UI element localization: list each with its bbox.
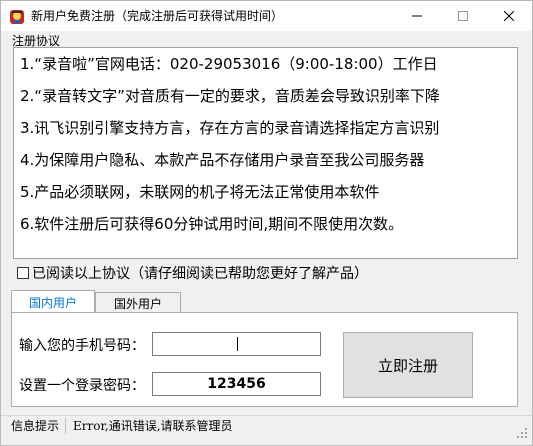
agree-checkbox[interactable] (17, 267, 29, 279)
minimize-icon (412, 15, 422, 17)
status-message: Error,通讯错误,请联系管理员 (73, 419, 233, 433)
agreement-line: 4.为保障用户隐私、本款产品不存储用户录音至我公司服务器 (20, 151, 425, 169)
window-title: 新用户免费注册（完成注册后可获得试用时间） (31, 9, 284, 23)
agreement-line: 6.软件注册后可获得60分钟试用时间,期间不限使用次数。 (20, 215, 404, 233)
password-input[interactable]: 123456 (152, 372, 321, 396)
status-divider (65, 418, 66, 434)
minimize-button[interactable] (394, 1, 440, 31)
text-caret (237, 337, 238, 351)
agree-checkbox-row[interactable]: 已阅读以上协议（请仔细阅读已帮助您更好了解产品） (17, 264, 368, 282)
register-button[interactable]: 立即注册 (343, 332, 473, 398)
close-icon (504, 11, 514, 21)
status-label: 信息提示 (11, 419, 60, 433)
agreement-line: 1.“录音啦”官网电话：020-29053016（9:00-18:00）工作日 (20, 55, 438, 73)
agreement-line: 5.产品必须联网，未联网的机子将无法正常使用本软件 (20, 183, 380, 201)
tab-domestic-users[interactable]: 国内用户 (11, 290, 95, 314)
status-bar: 信息提示 Error,通讯错误,请联系管理员 (1, 415, 532, 445)
registration-panel: 输入您的手机号码： 设置一个登录密码： 123456 立即注册 (11, 312, 518, 407)
phone-input[interactable] (152, 332, 321, 356)
password-value: 123456 (207, 376, 266, 392)
agreement-line: 2.“录音转文字”对音质有一定的要求，音质差会导致识别率下降 (20, 87, 440, 105)
agree-checkbox-label: 已阅读以上协议（请仔细阅读已帮助您更好了解产品） (32, 266, 368, 282)
app-icon (10, 10, 24, 24)
title-bar: 新用户免费注册（完成注册后可获得试用时间） (1, 1, 532, 31)
maximize-button[interactable] (440, 1, 486, 31)
tab-overseas-users[interactable]: 国外用户 (95, 292, 181, 314)
registration-window: 新用户免费注册（完成注册后可获得试用时间） 注册协议 1.“录音啦”官网电话：0… (0, 0, 533, 446)
maximize-icon (458, 11, 468, 21)
phone-label: 输入您的手机号码： (19, 338, 145, 354)
agreement-line: 3.讯飞识别引擎支持方言，存在方言的录音请选择指定方言识别 (20, 119, 440, 137)
password-label: 设置一个登录密码： (19, 378, 145, 394)
agreement-textbox[interactable]: 1.“录音啦”官网电话：020-29053016（9:00-18:00）工作日 … (13, 47, 518, 259)
resize-grip-icon[interactable] (516, 427, 528, 439)
close-button[interactable] (486, 1, 532, 31)
